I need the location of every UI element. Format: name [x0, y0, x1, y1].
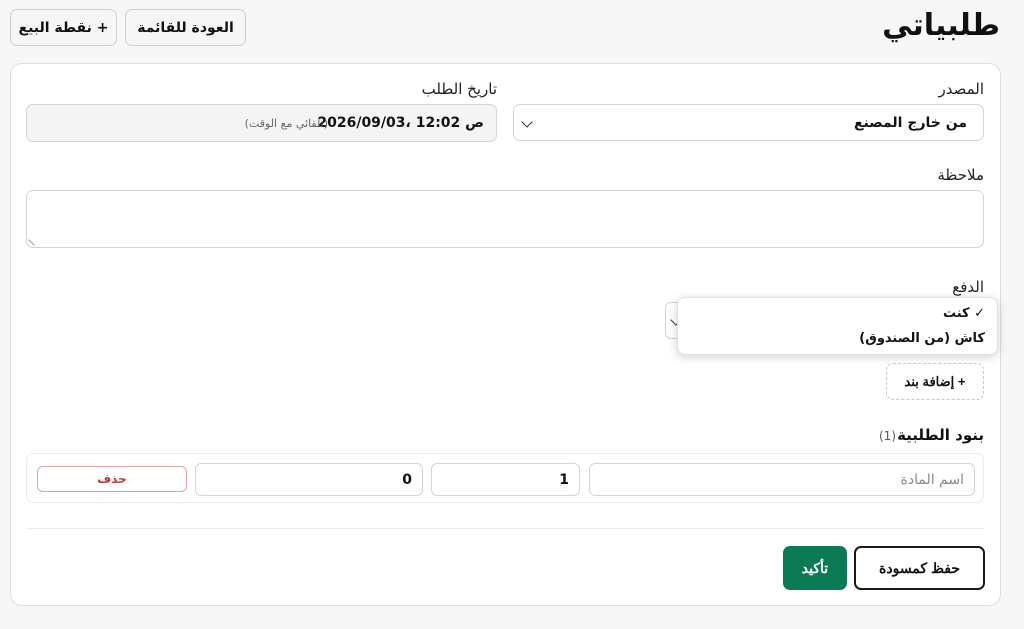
note-textarea[interactable]	[26, 190, 984, 248]
payment-option-credit[interactable]: ✓ كنت	[943, 306, 985, 321]
top-bar: طلبياتي العودة للقائمة + نقطة البيع	[0, 0, 1024, 62]
item-qty-input[interactable]: 1	[431, 463, 580, 496]
item-name-input[interactable]: اسم المادة	[589, 463, 975, 496]
page-title: طلبياتي	[882, 8, 1000, 43]
chevron-down-icon	[521, 116, 533, 128]
date-hint: (تلقائي مع الوقت)	[244, 116, 328, 130]
note-label: ملاحظة	[937, 166, 984, 184]
back-to-list-button[interactable]: العودة للقائمة	[125, 9, 246, 46]
order-form-card: المصدر من خارج المصنع تاريخ الطلب 2026/0…	[10, 63, 1001, 606]
confirm-button[interactable]: تأكيد	[783, 546, 847, 590]
payment-dropdown: ✓ كنت كاش (من الصندوق)	[677, 297, 998, 355]
pos-button[interactable]: + نقطة البيع	[10, 9, 117, 46]
source-select[interactable]: من خارج المصنع	[513, 104, 984, 141]
items-title: بنود الطلبية	[897, 426, 984, 444]
payment-label: الدفع	[952, 278, 984, 296]
table-row: اسم المادة 1 0 حذف	[26, 453, 984, 503]
delete-item-button[interactable]: حذف	[37, 466, 187, 492]
source-label: المصدر	[938, 80, 984, 98]
save-draft-button[interactable]: حفظ كمسودة	[854, 546, 985, 590]
add-item-button[interactable]: + إضافة بند	[886, 363, 984, 400]
item-price-input[interactable]: 0	[195, 463, 423, 496]
date-field: 2026/09/03، 12:02 ص (تلقائي مع الوقت)	[26, 104, 497, 142]
source-selected-value: من خارج المصنع	[853, 114, 967, 131]
resize-grip-icon[interactable]	[28, 234, 40, 246]
items-count: (1)	[878, 429, 896, 443]
date-value: 2026/09/03، 12:02 ص	[317, 115, 484, 131]
payment-option-cash[interactable]: كاش (من الصندوق)	[859, 331, 985, 346]
divider	[26, 528, 984, 529]
date-label: تاريخ الطلب	[421, 80, 497, 98]
